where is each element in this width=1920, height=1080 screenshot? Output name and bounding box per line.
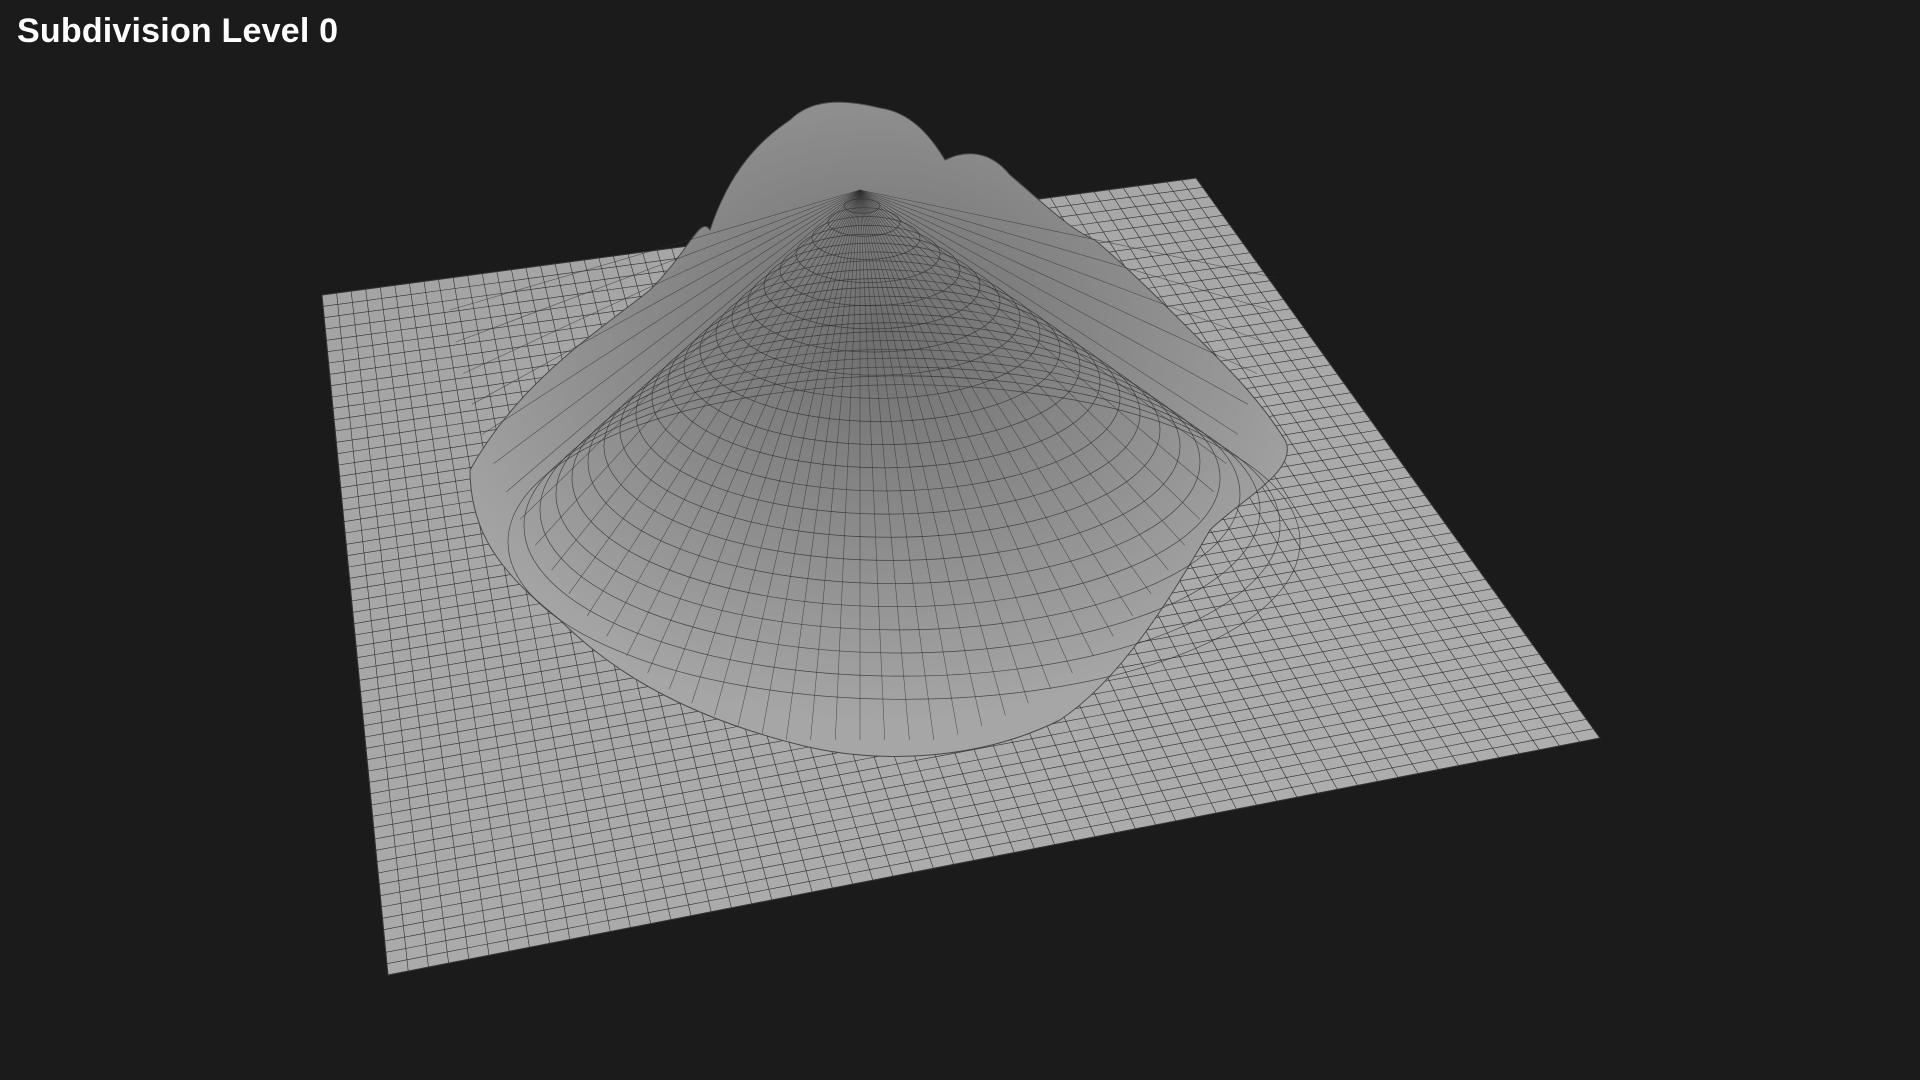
- terrain-mesh-render: [321, 101, 1601, 976]
- 3d-viewport[interactable]: Subdivision Level 0: [0, 0, 1920, 1080]
- subdivision-level-label: Subdivision Level 0: [17, 12, 339, 50]
